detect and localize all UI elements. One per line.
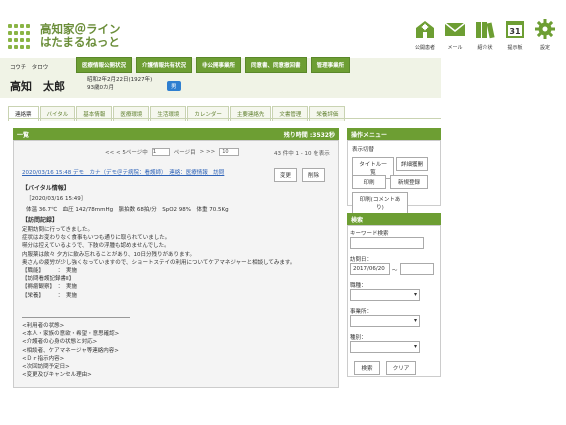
top-navigation: 公開患者 メール 紹介状 31 提示板 設定 [412, 18, 558, 51]
calendar-day: 31 [509, 27, 521, 36]
page-number-value: 1 [152, 149, 157, 155]
pager-pages-label: ページ目 [173, 150, 196, 156]
status-buttons: 医療情報公開状況 介護情報共有状況 非公開事業所 同意書、同意撤回書 管理事業所 [76, 57, 351, 73]
visit-date-label: 訪問日： [350, 257, 373, 263]
app-header: 高知家＠ライン はたまるねっと 公開患者 メール 紹介状 31 提示板 設定 [0, 0, 566, 58]
nav-label: 提示板 [507, 45, 523, 51]
date-range-tilde: ～ [392, 268, 398, 274]
calendar-icon: 31 [506, 21, 524, 38]
nav-referral[interactable]: 紹介状 [472, 18, 498, 51]
detail-expand-button[interactable]: 詳細獲開 [396, 157, 428, 171]
nav-label: 紹介状 [477, 45, 493, 51]
pager: << < 5ページ中 1 ページ目 > >> 10 [105, 148, 240, 156]
display-switch-label: 表示切替 [352, 147, 375, 153]
mail-icon [444, 22, 466, 36]
job-type-label: 職種： [350, 283, 367, 289]
operation-menu-header: 操作メニュー [347, 128, 441, 140]
clear-button[interactable]: クリア [386, 361, 416, 375]
app-title-line2: はたまるねっと [40, 35, 120, 49]
patient-birthdate: 昭和2年2月22日(1927年) [87, 77, 153, 83]
nav-mail[interactable]: メール [442, 18, 468, 51]
category-select[interactable] [350, 341, 420, 353]
section-divider [22, 317, 130, 318]
visit-section-title: 【訪問記録】 [22, 217, 59, 224]
tab-divider [8, 118, 441, 119]
hospital-icon [416, 21, 434, 38]
list-panel-header: 一覧 残り時間 :3532秒 [13, 128, 339, 140]
pager-prev[interactable]: << < 5ページ中 [105, 148, 148, 156]
page-number-input[interactable]: 1 [151, 148, 170, 156]
print-button[interactable]: 印刷 [352, 175, 386, 189]
date-from-input[interactable]: 2017/06/20 [350, 263, 390, 275]
print-with-comments-button[interactable]: 印刷(コメントあり) [352, 192, 408, 214]
facility-select[interactable] [350, 315, 420, 327]
patient-kana: コウチ タロウ [10, 65, 49, 71]
per-page-select[interactable]: 10 [219, 148, 240, 156]
nav-public-patients[interactable]: 公開患者 [412, 18, 438, 51]
date-to-input[interactable] [400, 263, 434, 275]
status-button-medical[interactable]: 医療情報公開状況 [76, 57, 133, 73]
session-remaining: 残り時間 :3532秒 [283, 132, 335, 139]
record-category-tags: <利用者の状態> <本人・家族の意欲・希望・意思確認> <介護者の心身の状態と対… [22, 323, 120, 379]
patient-birth: 昭和2年2月22日(1927年) 93歳0カ月 [87, 76, 152, 92]
vital-section-title: 【バイタル情報】 [22, 185, 70, 192]
search-button[interactable]: 検索 [354, 361, 380, 375]
status-button-admin[interactable]: 管理事業所 [310, 57, 351, 73]
nav-settings[interactable]: 設定 [532, 18, 558, 51]
entry-title-link[interactable]: 2020/03/16 15:48 デモ カナ（デモ＠テ病院：看護師） 連絡：医療… [22, 168, 224, 176]
job-type-select[interactable] [350, 289, 420, 301]
books-icon [476, 22, 495, 39]
pager-next[interactable]: > >> [200, 149, 216, 155]
status-button-private[interactable]: 非公開事業所 [196, 57, 242, 73]
visit-record-text: 定期訪問に行ってきました。 症状はお変わりなく食事もいつも通りに取られていました… [22, 227, 296, 299]
delete-button[interactable]: 削除 [302, 168, 326, 182]
nav-label: 公開患者 [414, 45, 435, 51]
patient-name: 高知 太郎 [10, 80, 65, 93]
gender-badge: 男 [167, 81, 181, 91]
vital-date: ［2020/03/16 15:49］ [26, 196, 87, 202]
app-logo[interactable]: 高知家＠ライン はたまるねっと [40, 23, 121, 49]
nav-label: メール [447, 45, 463, 51]
vital-values: 体温 36.7℃ 血圧 142/78mmHg 脈拍数 68拍/分 SpO2 98… [26, 207, 229, 213]
status-button-consent[interactable]: 同意書、同意撤回書 [245, 57, 307, 73]
keyword-input[interactable] [350, 237, 424, 249]
edit-button[interactable]: 変更 [274, 168, 298, 182]
logo-dots-icon [8, 24, 34, 50]
list-panel-title: 一覧 [17, 132, 30, 139]
category-label: 種別： [350, 335, 367, 341]
nav-board[interactable]: 31 提示板 [502, 18, 528, 51]
search-header: 検索 [347, 213, 441, 225]
facility-label: 事業所： [350, 309, 373, 315]
patient-age: 93歳0カ月 [87, 85, 114, 91]
keyword-label: キーワード検索 [350, 231, 389, 237]
result-count: 43 件中 1 - 10 を表示 [274, 151, 330, 157]
new-entry-button[interactable]: 新規登録 [390, 175, 428, 189]
status-button-care[interactable]: 介護情報共有状況 [136, 57, 193, 73]
nav-label: 設定 [539, 45, 550, 51]
gear-icon [535, 19, 555, 39]
